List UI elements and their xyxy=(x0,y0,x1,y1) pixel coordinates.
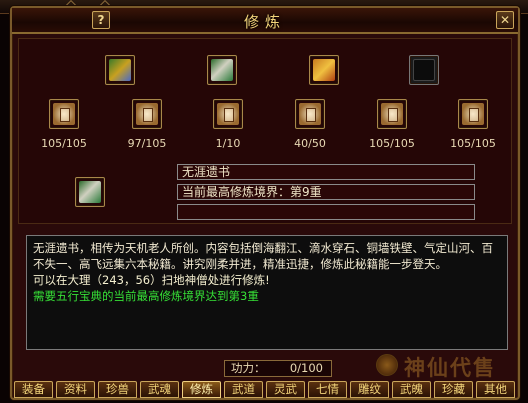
golden-book-icon[interactable] xyxy=(309,55,339,85)
cultivation-panel: 105/105 97/105 1/10 40/50 105/105 105/10… xyxy=(18,38,512,224)
watermark-logo: 神仙代售 xyxy=(372,352,522,382)
window-title: 修炼 xyxy=(243,13,286,31)
description-requirement: 需要五行宝典的当前最高修炼境界达到第3重 xyxy=(33,289,259,303)
selected-book-realm: 当前最高修炼境界：第9重 xyxy=(177,184,475,200)
gongli-value: 0/100 xyxy=(289,361,323,375)
tab-engraving[interactable]: 雕纹 xyxy=(350,381,389,398)
red-scroll-icon[interactable] xyxy=(295,99,325,129)
scroll-count: 1/10 xyxy=(215,137,241,150)
empty-slot-icon[interactable] xyxy=(409,55,439,85)
white-scroll-icon[interactable] xyxy=(213,99,243,129)
green-scroll-bundle-icon[interactable] xyxy=(207,55,237,85)
tab-collection[interactable]: 珍藏 xyxy=(434,381,473,398)
logo-mascot-icon xyxy=(376,354,398,376)
close-button[interactable]: ✕ xyxy=(496,11,514,29)
tab-martial-soul[interactable]: 武魂 xyxy=(140,381,179,398)
watermark-text: 神仙代售 xyxy=(404,355,496,380)
scroll-count: 105/105 xyxy=(41,137,87,150)
scroll-count: 40/50 xyxy=(294,137,326,150)
gongli-display: 功力： 0/100 xyxy=(224,360,332,377)
tab-martial-spirit[interactable]: 武魄 xyxy=(392,381,431,398)
scroll-count: 105/105 xyxy=(369,137,415,150)
tab-seven-emotions[interactable]: 七情 xyxy=(308,381,347,398)
bottom-tab-bar: 装备 资料 珍兽 武魂 修炼 武道 灵武 七情 雕纹 武魄 珍藏 其他 xyxy=(12,379,518,399)
tab-profile[interactable]: 资料 xyxy=(56,381,95,398)
orange-scroll-icon[interactable] xyxy=(49,99,79,129)
tab-spirit-weapon[interactable]: 灵武 xyxy=(266,381,305,398)
five-colored-book-icon[interactable] xyxy=(105,55,135,85)
tab-other[interactable]: 其他 xyxy=(476,381,515,398)
scroll-bundle-icon[interactable] xyxy=(75,177,105,207)
selected-book-extra xyxy=(177,204,475,220)
description-main: 无涯遗书，相传为天机老人所创。内容包括倒海翻江、滴水穿石、铜墙铁壁、气定山河、百… xyxy=(33,241,493,271)
tab-equipment[interactable]: 装备 xyxy=(14,381,53,398)
teal-scroll-icon[interactable] xyxy=(458,99,488,129)
scroll-count: 97/105 xyxy=(127,137,167,150)
description-location: 可以在大理（243，56）扫地神僧处进行修炼! xyxy=(33,273,270,287)
purple-scroll-icon[interactable] xyxy=(377,99,407,129)
book-description: 无涯遗书，相传为天机老人所创。内容包括倒海翻江、滴水穿石、铜墙铁壁、气定山河、百… xyxy=(26,235,508,350)
window-titlebar[interactable]: ? 修炼 ✕ xyxy=(12,8,518,34)
pink-scroll-icon[interactable] xyxy=(132,99,162,129)
cultivation-window: ? 修炼 ✕ 105/105 97/105 1/10 40/50 105/105… xyxy=(10,6,520,400)
scroll-count: 105/105 xyxy=(450,137,496,150)
tab-cultivation[interactable]: 修炼 xyxy=(182,381,221,398)
tab-pets[interactable]: 珍兽 xyxy=(98,381,137,398)
tab-martial-way[interactable]: 武道 xyxy=(224,381,263,398)
selected-book-name: 无涯遗书 xyxy=(177,164,475,180)
gongli-label: 功力： xyxy=(231,361,266,375)
